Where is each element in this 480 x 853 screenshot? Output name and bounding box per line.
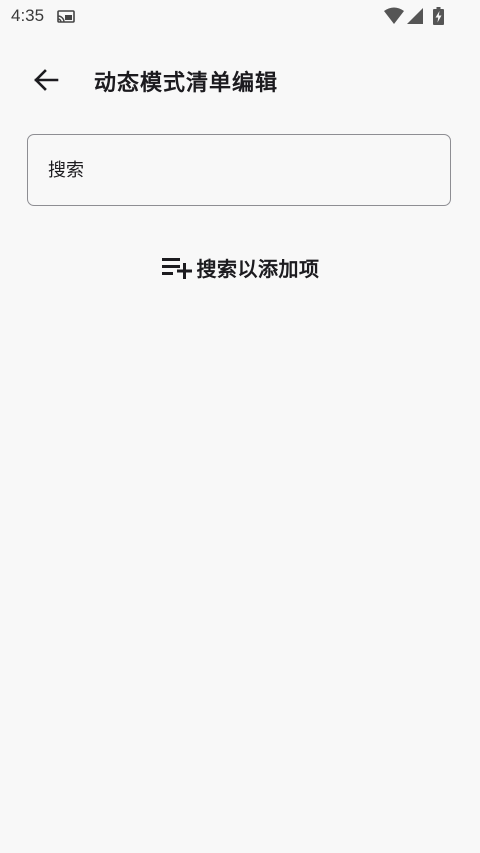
app-bar: 动态模式清单编辑 <box>0 50 480 110</box>
status-bar: 4:35 <box>0 0 480 34</box>
hint-text: 搜索以添加项 <box>196 256 320 281</box>
search-input[interactable] <box>48 135 428 205</box>
back-button[interactable] <box>22 58 70 102</box>
wifi-icon <box>384 7 404 24</box>
playlist-add-icon <box>161 258 192 279</box>
page-title: 动态模式清单编辑 <box>94 71 279 96</box>
battery-charging-icon <box>433 7 444 25</box>
cast-notification-icon <box>57 10 75 23</box>
signal-icon <box>407 8 423 24</box>
search-to-add-hint: 搜索以添加项 <box>0 250 480 284</box>
search-field[interactable] <box>27 134 451 206</box>
arrow-back-icon <box>34 69 59 91</box>
status-time: 4:35 <box>11 6 45 25</box>
